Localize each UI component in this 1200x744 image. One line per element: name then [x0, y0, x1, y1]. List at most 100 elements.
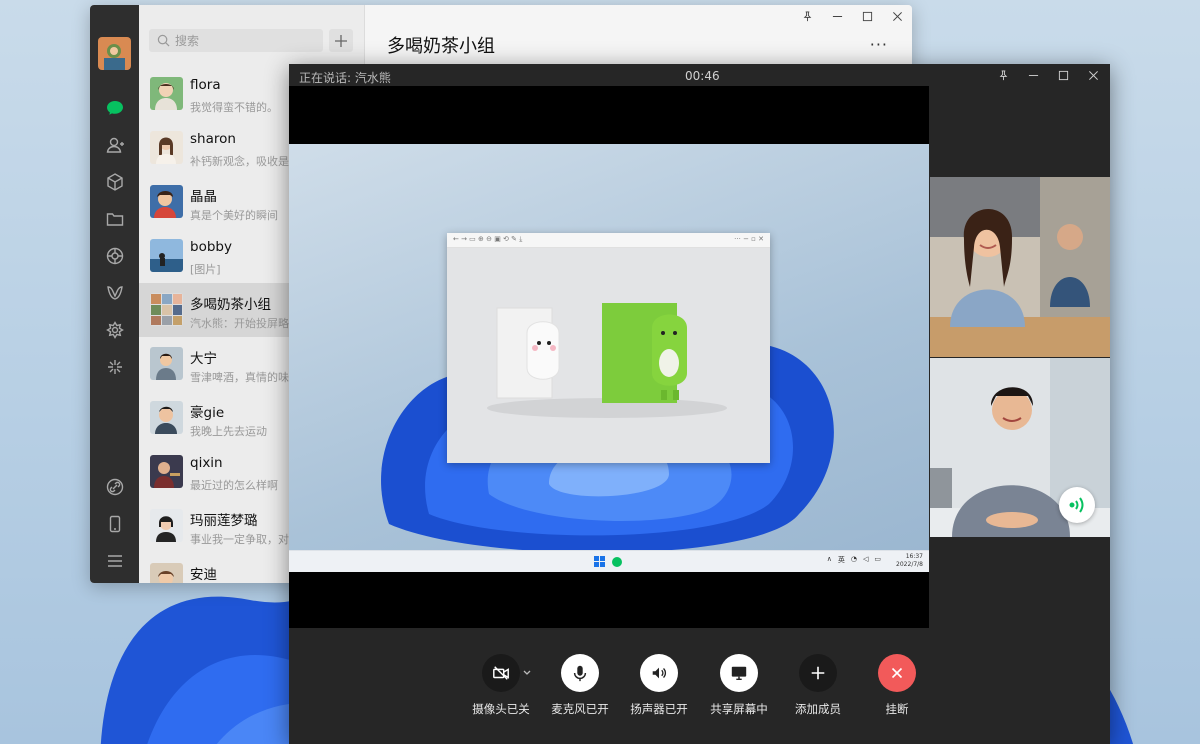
hangup-button-circle[interactable] — [878, 654, 916, 692]
call-window-controls — [988, 64, 1108, 86]
participant-video-1[interactable] — [930, 177, 1110, 357]
chat-name: bobby — [190, 239, 232, 255]
system-tray: ∧ 英 ◔ ◁ ▭ — [826, 555, 881, 564]
chat-name: flora — [190, 77, 221, 93]
minimize-icon — [832, 15, 842, 17]
wechat-nav-sidebar — [90, 5, 139, 583]
avatar — [150, 401, 183, 434]
hangup-label: 挂断 — [885, 702, 909, 716]
close-button[interactable] — [882, 5, 912, 27]
avatar — [150, 239, 183, 272]
image-viewer-window[interactable]: ← → ▭ ⊕ ⊖ ▣ ⟲ ✎ ⤓ ··· − ▫ ✕ — [447, 233, 770, 463]
folder-icon[interactable] — [102, 206, 127, 231]
shared-taskbar: ∧ 英 ◔ ◁ ▭ 16:37 2022/7/8 — [289, 550, 929, 572]
add-label: 添加成员 — [795, 702, 841, 716]
avatar — [150, 509, 183, 542]
screen-share-button[interactable]: 共享屏幕中 — [699, 654, 779, 717]
add-chat-button[interactable] — [329, 29, 353, 52]
plus-icon — [335, 34, 347, 47]
group-avatar — [150, 293, 183, 326]
minimize-icon — [1028, 74, 1038, 76]
mic-toggle-button[interactable]: 麦克风已开 — [540, 654, 620, 717]
participant-video-frame — [930, 177, 1110, 357]
mic-button-circle[interactable] — [561, 654, 599, 692]
chat-icon[interactable] — [102, 95, 127, 120]
clock-time: 16:37 — [905, 553, 923, 560]
wechat-window-controls — [792, 5, 912, 27]
maximize-icon — [862, 11, 872, 21]
call-minimize-button[interactable] — [1018, 64, 1048, 86]
call-maximize-button[interactable] — [1048, 64, 1078, 86]
avatar — [150, 77, 183, 110]
pin-icon — [803, 10, 811, 21]
hangup-icon — [891, 667, 903, 679]
avatar — [150, 185, 183, 218]
mic-icon — [573, 665, 587, 682]
chat-name: 安迪 — [190, 567, 217, 583]
phone-icon[interactable] — [102, 511, 127, 536]
chat-name: sharon — [190, 131, 236, 147]
call-toolbar: 摄像头已关 麦克风已开 扬声器已开 共享屏幕中 添加成员 挂断 — [289, 654, 1110, 717]
link-icon[interactable] — [102, 474, 127, 499]
speaker-button-circle[interactable] — [640, 654, 678, 692]
screen-share-icon — [731, 666, 747, 681]
avatar — [150, 131, 183, 164]
pin-icon — [999, 69, 1007, 80]
call-pin-button[interactable] — [988, 64, 1018, 86]
camera-off-icon — [493, 666, 509, 680]
search-icon — [157, 34, 170, 47]
chat-name: 多喝奶茶小组 — [190, 297, 271, 313]
menu-icon[interactable] — [102, 548, 127, 573]
avatar — [150, 455, 183, 488]
add-button-circle[interactable] — [799, 654, 837, 692]
close-icon — [892, 11, 902, 21]
my-avatar[interactable] — [98, 37, 131, 70]
avatar — [150, 347, 183, 380]
camera-options-chevron-icon[interactable] — [522, 668, 532, 678]
share-button-circle[interactable] — [720, 654, 758, 692]
maximize-icon — [1058, 70, 1068, 80]
share-label: 共享屏幕中 — [710, 702, 768, 716]
group-call-window: 正在说话: 汽水熊 00:46 ← → ▭ ⊕ ⊖ ▣ ⟲ ✎ ⤓ ··· − … — [289, 64, 1110, 744]
call-close-button[interactable] — [1078, 64, 1108, 86]
search-input[interactable]: 搜索 — [149, 29, 323, 52]
add-icon — [811, 666, 825, 680]
hangup-button[interactable]: 挂断 — [857, 654, 937, 717]
pin-button[interactable] — [792, 5, 822, 27]
contacts-icon[interactable] — [102, 132, 127, 157]
mic-label: 麦克风已开 — [551, 702, 609, 716]
search-placeholder: 搜索 — [175, 34, 200, 48]
speaking-indicator-icon — [1059, 487, 1095, 523]
speaker-label: 扬声器已开 — [630, 702, 688, 716]
image-viewer-toolbar: ← → ▭ ⊕ ⊖ ▣ ⟲ ✎ ⤓ ··· − ▫ ✕ — [447, 233, 770, 248]
shared-screen-view[interactable]: ← → ▭ ⊕ ⊖ ▣ ⟲ ✎ ⤓ ··· − ▫ ✕ ∧ 英 ◔ ◁ ▭ 16… — [289, 86, 929, 628]
channels-icon[interactable] — [102, 280, 127, 305]
chat-name: qixin — [190, 455, 223, 471]
maximize-button[interactable] — [852, 5, 882, 27]
avatar — [150, 563, 183, 583]
chat-name: 晶晶 — [190, 189, 217, 205]
chat-title: 多喝奶茶小组 — [387, 36, 495, 57]
product-photo — [447, 248, 770, 463]
chat-name: 豪gie — [190, 405, 225, 421]
close-icon — [1088, 70, 1098, 80]
minimize-button[interactable] — [822, 5, 852, 27]
add-member-button[interactable]: 添加成员 — [778, 654, 858, 717]
taskbar-clock: 16:37 2022/7/8 — [896, 553, 923, 569]
mini-program-icon[interactable] — [102, 317, 127, 342]
camera-toggle-button[interactable]: 摄像头已关 — [461, 654, 541, 717]
input-language: 英 — [837, 556, 845, 564]
shared-desktop: ← → ▭ ⊕ ⊖ ▣ ⟲ ✎ ⤓ ··· − ▫ ✕ ∧ 英 ◔ ◁ ▭ 16… — [289, 144, 929, 572]
camera-label: 摄像头已关 — [472, 702, 530, 716]
box-icon[interactable] — [102, 169, 127, 194]
clock-date: 2022/7/8 — [896, 561, 923, 568]
speaker-icon — [652, 667, 666, 679]
windows-start-icon — [594, 556, 622, 567]
moments-icon[interactable] — [102, 243, 127, 268]
search-spark-icon[interactable] — [102, 354, 127, 379]
camera-button-circle[interactable] — [482, 654, 520, 692]
speaker-toggle-button[interactable]: 扬声器已开 — [619, 654, 699, 717]
chat-more-button[interactable]: ··· — [870, 35, 888, 54]
chat-name: 玛丽莲梦璐 — [190, 513, 258, 529]
call-timer: 00:46 — [685, 69, 720, 83]
